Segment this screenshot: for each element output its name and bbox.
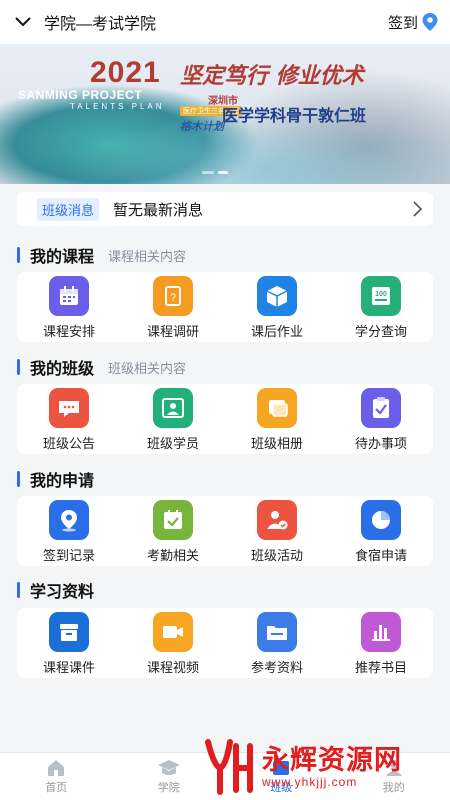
- menu-item-label: 课后作业: [250, 324, 303, 339]
- menu-item[interactable]: 班级活动: [225, 496, 329, 566]
- academy-icon: [157, 759, 180, 775]
- section-header: 我的申请: [17, 467, 94, 491]
- member-icon: [153, 388, 193, 428]
- notice-icon: [49, 388, 89, 428]
- watermark-text: 永辉资源网: [262, 745, 402, 775]
- menu-item[interactable]: 班级公告: [17, 384, 121, 454]
- menu-item[interactable]: ? 课程调研: [121, 272, 225, 342]
- section-card: 课程安排? 课程调研 课后作业 100 学分查询: [17, 272, 433, 342]
- menu-item-label: 班级活动: [250, 548, 303, 563]
- signin-button[interactable]: 签到: [388, 12, 438, 33]
- message-badge: 班级消息: [37, 197, 100, 221]
- section-header: 我的课程 课程相关内容: [17, 243, 186, 267]
- section-header: 学习资料: [17, 578, 94, 602]
- attendance-icon: [153, 500, 193, 540]
- menu-item[interactable]: 考勤相关: [121, 496, 225, 566]
- tab-home[interactable]: 首页: [0, 753, 113, 800]
- location-pin-icon: [422, 13, 438, 31]
- menu-item-label: 待办事项: [354, 436, 407, 451]
- menu-item[interactable]: 推荐书目: [329, 608, 433, 678]
- signin-label: 签到: [387, 14, 418, 32]
- class-message-bar[interactable]: 班级消息 暂无最新消息: [17, 192, 433, 226]
- message-text: 暂无最新消息: [113, 201, 204, 219]
- location-icon: [49, 500, 89, 540]
- section-accent-bar: [17, 359, 20, 375]
- album-icon: [257, 388, 297, 428]
- todo-icon: [361, 388, 401, 428]
- section-card: 课程课件 课程视频 参考资料 推荐书目: [17, 608, 433, 678]
- menu-item[interactable]: 课程课件: [17, 608, 121, 678]
- menu-item-label: 课程调研: [146, 324, 199, 339]
- menu-item[interactable]: 课程安排: [17, 272, 121, 342]
- section-title: 学习资料: [30, 584, 95, 601]
- banner-logo: 格木计划: [180, 121, 224, 133]
- svg-text:100: 100: [375, 291, 387, 298]
- menu-item-label: 班级公告: [42, 436, 95, 451]
- video-icon: [153, 612, 193, 652]
- calendar-icon: [49, 276, 89, 316]
- menu-item[interactable]: 课程视频: [121, 608, 225, 678]
- menu-item-label: 课程安排: [42, 324, 95, 339]
- watermark: 永辉资源网 www.yhkjjj.com: [200, 738, 402, 796]
- page-title[interactable]: 学院—考试学院: [44, 10, 388, 34]
- score-icon: 100: [361, 276, 401, 316]
- section-card: 签到记录 考勤相关 班级活动 食宿申请: [17, 496, 433, 566]
- section-title: 我的班级: [30, 361, 95, 378]
- section-subtitle: 课程相关内容: [108, 248, 187, 264]
- section-accent-bar: [17, 471, 20, 487]
- box-icon: [257, 276, 297, 316]
- watermark-url: www.yhkjjj.com: [262, 775, 358, 789]
- banner-carousel[interactable]: 2021 SANMING PROJECT TALENTS PLAN 坚定笃行 修…: [0, 44, 450, 184]
- menu-item-label: 课程视频: [146, 660, 199, 675]
- menu-item-label: 班级学员: [146, 436, 199, 451]
- archive-icon: [49, 612, 89, 652]
- folder-icon: [257, 612, 297, 652]
- tab-home-label: 首页: [45, 781, 68, 794]
- menu-item-label: 签到记录: [42, 548, 95, 563]
- banner-plan: TALENTS PLAN: [70, 102, 165, 111]
- banner-slogan: 坚定笃行 修业优术: [180, 63, 364, 89]
- pie-icon: [361, 500, 401, 540]
- menu-item[interactable]: 班级相册: [225, 384, 329, 454]
- banner-course: 医学学科骨干敦仁班: [222, 108, 367, 125]
- section-header: 我的班级 班级相关内容: [17, 355, 186, 379]
- section-accent-bar: [17, 582, 20, 598]
- menu-item-label: 推荐书目: [354, 660, 407, 675]
- banner-year: 2021: [90, 56, 161, 89]
- menu-item[interactable]: 食宿申请: [329, 496, 433, 566]
- menu-item[interactable]: 签到记录: [17, 496, 121, 566]
- banner-project: SANMING PROJECT: [18, 88, 143, 102]
- activity-icon: [257, 500, 297, 540]
- menu-item-label: 食宿申请: [354, 548, 407, 563]
- top-bar: 学院—考试学院 签到: [0, 0, 450, 44]
- menu-item[interactable]: 班级学员: [121, 384, 225, 454]
- survey-icon: ?: [153, 276, 193, 316]
- menu-item[interactable]: 100 学分查询: [329, 272, 433, 342]
- menu-item[interactable]: 参考资料: [225, 608, 329, 678]
- menu-item[interactable]: 课后作业: [225, 272, 329, 342]
- menu-item-label: 参考资料: [250, 660, 303, 675]
- tab-academy-label: 学院: [157, 781, 180, 794]
- menu-item-label: 考勤相关: [146, 548, 199, 563]
- svg-text:?: ?: [170, 292, 176, 304]
- menu-item-label: 学分查询: [354, 324, 407, 339]
- carousel-indicator: [200, 171, 230, 174]
- chart-icon: [361, 612, 401, 652]
- section-title: 我的课程: [30, 249, 95, 266]
- menu-item-label: 班级相册: [250, 436, 303, 451]
- menu-item[interactable]: 待办事项: [329, 384, 433, 454]
- menu-item-label: 课程课件: [42, 660, 95, 675]
- section-accent-bar: [17, 247, 20, 263]
- chevron-right-icon: [413, 201, 423, 217]
- watermark-logo-icon: [205, 739, 253, 795]
- chevron-down-icon[interactable]: [12, 11, 34, 33]
- section-card: 班级公告 班级学员 班级相册 待办事项: [17, 384, 433, 454]
- section-title: 我的申请: [30, 473, 95, 490]
- home-icon: [48, 759, 65, 776]
- section-subtitle: 班级相关内容: [108, 360, 187, 376]
